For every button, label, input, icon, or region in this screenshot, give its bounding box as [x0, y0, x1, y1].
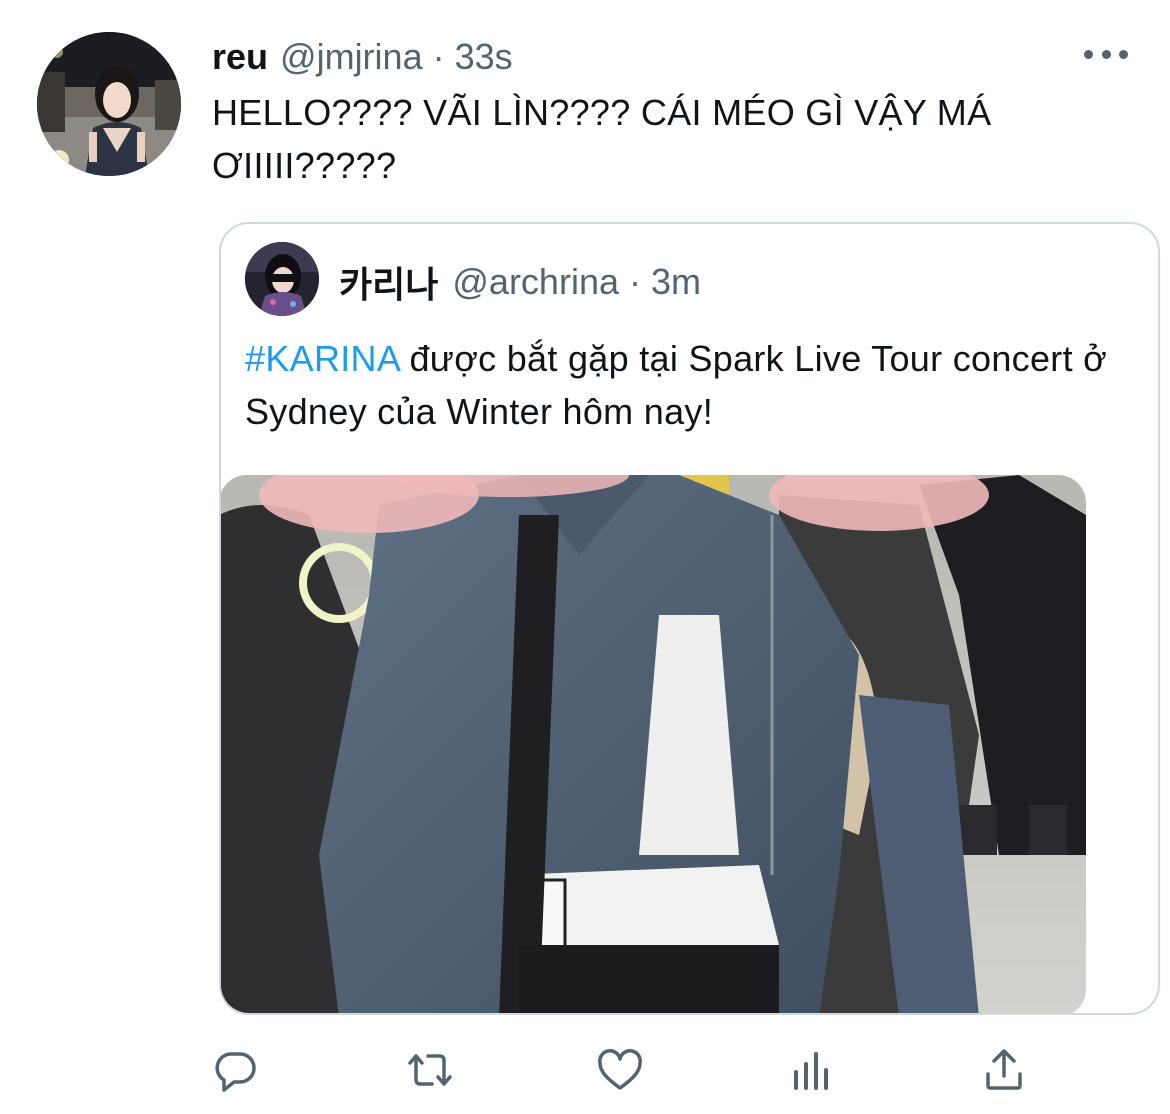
hashtag-link[interactable]: #KARINA: [245, 338, 399, 379]
more-options-icon[interactable]: [1084, 42, 1128, 66]
quoted-tweet-photo[interactable]: [221, 475, 1086, 1013]
tweet[interactable]: reu @jmjrina · 33s HELLO???? VÃI LÌN????…: [0, 0, 1170, 1114]
author-avatar-image: [37, 32, 181, 176]
quoted-tweet-card[interactable]: 카리나 @archrina · 3m #KARINA được bắt gặp …: [219, 222, 1160, 1015]
retweet-button[interactable]: [400, 1040, 460, 1100]
quoted-author-avatar[interactable]: [245, 242, 319, 316]
tweet-text: HELLO???? VÃI LÌN???? CÁI MÉO GÌ VẬY MÁ …: [212, 92, 992, 186]
author-handle[interactable]: @jmjrina: [280, 36, 423, 78]
quoted-author-name[interactable]: 카리나: [339, 256, 438, 308]
quoted-avatar-image: [245, 242, 319, 316]
analytics-button[interactable]: [782, 1040, 842, 1100]
tweet-timestamp[interactable]: 33s: [455, 36, 513, 78]
tweet-header: reu @jmjrina · 33s: [212, 33, 513, 81]
like-button[interactable]: [590, 1040, 650, 1100]
share-button[interactable]: [974, 1040, 1034, 1100]
analytics-icon: [794, 1052, 828, 1090]
action-bar: [0, 1040, 1170, 1100]
author-avatar[interactable]: [37, 32, 181, 176]
share-icon: [986, 1049, 1022, 1090]
quoted-timestamp[interactable]: 3m: [651, 261, 701, 303]
quoted-tweet-header: 카리나 @archrina · 3m: [339, 258, 701, 306]
separator-dot: ·: [432, 36, 445, 77]
photo-image: [221, 475, 1086, 1013]
like-icon: [598, 1049, 642, 1090]
author-name[interactable]: reu: [212, 36, 268, 78]
quoted-tweet-text: #KARINA được bắt gặp tại Spark Live Tour…: [245, 332, 1125, 438]
reply-icon: [215, 1052, 256, 1092]
reply-button[interactable]: [206, 1040, 266, 1100]
retweet-icon: [408, 1054, 452, 1086]
quoted-author-handle[interactable]: @archrina: [452, 261, 619, 303]
separator-dot: ·: [628, 261, 641, 302]
